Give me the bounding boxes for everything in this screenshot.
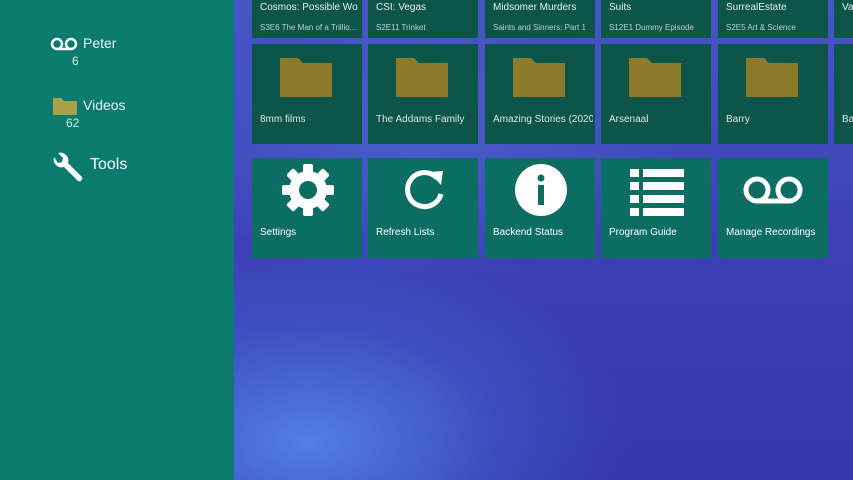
main-content: Cosmos: Possible Wor... S3E6 The Man of … xyxy=(234,0,853,480)
folder-tile[interactable]: Ba xyxy=(834,44,853,144)
recording-tile[interactable]: CSI: Vegas S2E11 Trinket xyxy=(368,0,478,38)
folder-icon xyxy=(629,58,681,97)
folder-label: 8mm films xyxy=(260,114,306,125)
recording-tile[interactable]: Cosmos: Possible Wor... S3E6 The Man of … xyxy=(252,0,362,38)
wrench-icon xyxy=(53,152,83,182)
folder-label: Barry xyxy=(726,114,750,125)
folder-tile[interactable]: Barry xyxy=(718,44,828,144)
sidebar-item-count: 6 xyxy=(72,54,79,68)
voicemail-icon xyxy=(50,37,78,51)
sidebar-item-count: 62 xyxy=(66,116,80,130)
folder-icon xyxy=(746,58,798,97)
recording-title: SurrealEstate xyxy=(726,2,787,13)
folder-tile[interactable]: Arsenaal xyxy=(601,44,711,144)
settings-gear-icon xyxy=(282,164,334,216)
folder-icon xyxy=(396,58,448,97)
refresh-lists-label: Refresh Lists xyxy=(376,227,435,238)
sidebar-item-peter[interactable]: Peter 6 xyxy=(50,34,210,74)
voicemail-icon xyxy=(743,176,803,204)
sidebar-item-videos[interactable]: Videos 62 xyxy=(50,96,210,136)
recording-title: CSI: Vegas xyxy=(376,2,427,13)
sidebar-item-label: Videos xyxy=(83,97,126,113)
recording-tile[interactable]: Va xyxy=(834,0,853,38)
sidebar-item-label: Tools xyxy=(90,156,128,173)
program-guide-tile[interactable]: Program Guide xyxy=(601,158,711,258)
folder-label: Arsenaal xyxy=(609,114,649,125)
folder-tile[interactable]: Amazing Stories (2020) xyxy=(485,44,595,144)
recording-title: Cosmos: Possible Wor... xyxy=(260,2,358,13)
recording-subtitle: S12E1 Dummy Episode xyxy=(609,23,694,32)
folder-icon xyxy=(513,58,565,97)
folder-label: The Addams Family xyxy=(376,114,465,125)
program-guide-label: Program Guide xyxy=(609,227,677,238)
sidebar-item-tools[interactable]: Tools xyxy=(50,151,210,185)
sidebar-item-label: Peter xyxy=(83,35,117,51)
backend-status-tile[interactable]: Backend Status xyxy=(485,158,595,258)
info-icon xyxy=(515,164,567,216)
settings-label: Settings xyxy=(260,227,297,238)
recording-title: Midsomer Murders xyxy=(493,2,577,13)
recording-tile[interactable]: SurrealEstate S2E5 Art & Science xyxy=(718,0,828,38)
recording-subtitle: Saints and Sinners: Part 1 xyxy=(493,23,586,32)
recording-tile[interactable]: Suits S12E1 Dummy Episode xyxy=(601,0,711,38)
list-icon xyxy=(630,169,684,216)
refresh-lists-tile[interactable]: Refresh Lists xyxy=(368,158,478,258)
recording-subtitle: S2E5 Art & Science xyxy=(726,23,796,32)
folder-icon xyxy=(53,98,77,115)
folder-tile[interactable]: The Addams Family xyxy=(368,44,478,144)
recording-subtitle: S2E11 Trinket xyxy=(376,23,426,32)
settings-tile[interactable]: Settings xyxy=(252,158,362,258)
backend-status-label: Backend Status xyxy=(493,227,564,238)
manage-recordings-label: Manage Recordings xyxy=(726,227,816,238)
recording-title: Suits xyxy=(609,2,632,13)
folder-icon xyxy=(280,58,332,97)
recording-title: Va xyxy=(842,2,853,13)
folder-label: Amazing Stories (2020) xyxy=(493,114,593,125)
refresh-icon xyxy=(405,170,444,210)
recording-subtitle: S3E6 The Man of a Trillio... xyxy=(260,23,357,32)
folder-tile[interactable]: 8mm films xyxy=(252,44,362,144)
recording-tile[interactable]: Midsomer Murders Saints and Sinners: Par… xyxy=(485,0,595,38)
manage-recordings-tile[interactable]: Manage Recordings xyxy=(718,158,828,258)
folder-label: Ba xyxy=(842,114,853,125)
sidebar: Peter 6 Videos 62 Tools xyxy=(0,0,234,480)
